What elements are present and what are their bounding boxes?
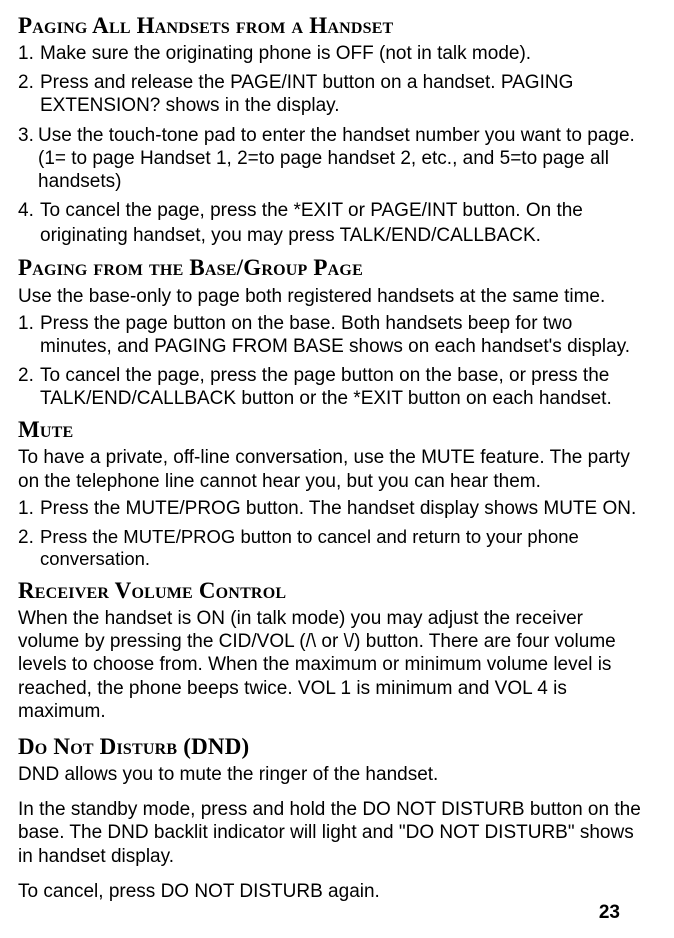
list-text: Press the page button on the base. Both … — [40, 312, 646, 358]
list-number: 2. — [18, 364, 40, 410]
list-item: 2. Press the MUTE/PROG button to cancel … — [18, 526, 646, 571]
paragraph: DND allows you to mute the ringer of the… — [18, 763, 646, 786]
list-item: 3. Use the touch-tone pad to enter the h… — [18, 124, 646, 194]
list-text: Use the touch-tone pad to enter the hand… — [38, 124, 646, 194]
list-number: 1. — [18, 312, 40, 358]
paragraph: Use the base-only to page both registere… — [18, 285, 646, 308]
list-item: 1. Press the MUTE/PROG button. The hands… — [18, 497, 646, 520]
list-text: To cancel the page, press the *EXIT or P… — [40, 199, 646, 248]
heading-dnd: Do Not Disturb (DND) — [18, 733, 646, 761]
paragraph: In the standby mode, press and hold the … — [18, 798, 646, 868]
list-number: 1. — [18, 42, 40, 65]
list-number: 4. — [18, 199, 40, 248]
list-item: 4. To cancel the page, press the *EXIT o… — [18, 199, 646, 248]
heading-mute: Mute — [18, 416, 646, 444]
list-item: 2. To cancel the page, press the page bu… — [18, 364, 646, 410]
paragraph: To have a private, off-line conversation… — [18, 446, 646, 492]
list-number: 1. — [18, 497, 40, 520]
heading-receiver-volume: Receiver Volume Control — [18, 577, 646, 605]
list-text: Press and release the PAGE/INT button on… — [40, 71, 646, 117]
list-number: 2. — [18, 71, 40, 117]
list-text: Press the MUTE/PROG button. The handset … — [40, 497, 646, 520]
list-item: 1. Make sure the originating phone is OF… — [18, 42, 646, 65]
heading-paging-base: Paging from the Base/Group Page — [18, 254, 646, 282]
list-number: 3. — [18, 124, 38, 194]
document-page: Paging All Handsets from a Handset 1. Ma… — [18, 12, 646, 938]
paragraph: When the handset is ON (in talk mode) yo… — [18, 607, 646, 723]
list-text: Press the MUTE/PROG button to cancel and… — [40, 526, 646, 571]
list-text: Make sure the originating phone is OFF (… — [40, 42, 646, 65]
paragraph: To cancel, press DO NOT DISTURB again. — [18, 880, 646, 903]
list-number: 2. — [18, 526, 40, 571]
page-number: 23 — [599, 901, 620, 924]
list-item: 1. Press the page button on the base. Bo… — [18, 312, 646, 358]
list-text: To cancel the page, press the page butto… — [40, 364, 646, 410]
list-item: 2. Press and release the PAGE/INT button… — [18, 71, 646, 117]
heading-paging-all: Paging All Handsets from a Handset — [18, 12, 646, 40]
